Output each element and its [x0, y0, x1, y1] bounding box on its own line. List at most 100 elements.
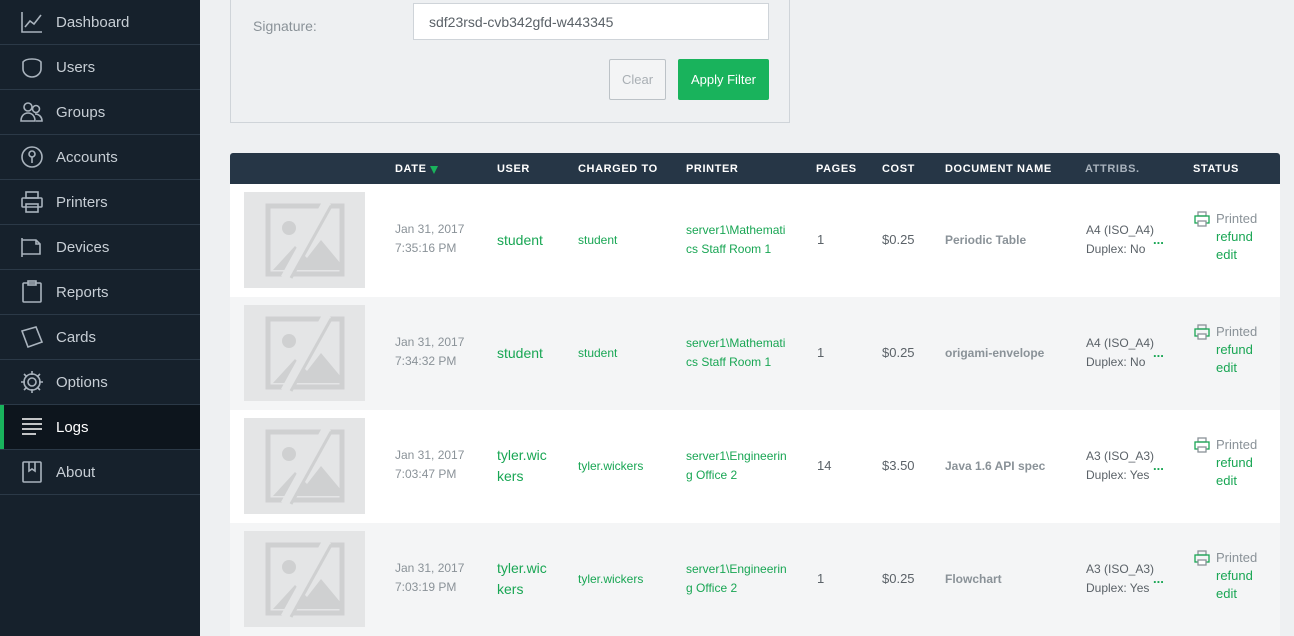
printer-link[interactable]: server1\Engineering Office 2 — [686, 447, 788, 485]
header-charged-to[interactable]: CHARGED TO — [578, 163, 658, 175]
gear-icon — [18, 368, 46, 396]
status-text: Printed — [1216, 324, 1258, 339]
user-link[interactable]: tyler.wickers — [497, 445, 553, 487]
cost-value: $0.25 — [882, 571, 915, 586]
duplex-value: Duplex: No — [1086, 355, 1146, 369]
time-text: 7:03:19 PM — [395, 580, 457, 594]
duplex-value: Duplex: Yes — [1086, 468, 1150, 482]
time-text: 7:03:47 PM — [395, 467, 457, 481]
charged-to-link[interactable]: student — [578, 231, 617, 250]
printer-status-icon — [1194, 436, 1210, 453]
header-cost[interactable]: COST — [882, 163, 915, 175]
paper-size: A3 (ISO_A3) — [1086, 562, 1155, 576]
apply-filter-button[interactable]: Apply Filter — [678, 59, 769, 100]
sidebar-item-accounts[interactable]: Accounts — [0, 135, 200, 180]
date-cell: Jan 31, 2017 7:03:19 PM — [395, 559, 464, 597]
table-row: Jan 31, 2017 7:03:19 PM tyler.wickers tyl… — [230, 523, 1280, 636]
image-placeholder-icon — [265, 200, 344, 280]
edit-link[interactable]: edit — [1216, 359, 1257, 377]
user-link[interactable]: student — [497, 343, 553, 364]
header-document-name[interactable]: DOCUMENT NAME — [945, 163, 1052, 175]
sidebar-item-logs[interactable]: Logs — [0, 405, 200, 450]
header-status[interactable]: STATUS — [1193, 163, 1239, 175]
date-cell: Jan 31, 2017 7:34:32 PM — [395, 333, 464, 371]
header-date[interactable]: DATE — [395, 163, 438, 175]
pages-value: 14 — [817, 458, 832, 473]
sidebar-item-label: Accounts — [56, 148, 118, 166]
print-log-table: DATE USER CHARGED TO PRINTER PAGES COST … — [230, 153, 1280, 636]
table-row: Jan 31, 2017 7:03:47 PM tyler.wickers tyl… — [230, 410, 1280, 523]
sidebar-item-label: About — [56, 463, 96, 481]
sidebar-item-label: Reports — [56, 283, 109, 301]
printer-link[interactable]: server1\Mathematics Staff Room 1 — [686, 221, 788, 259]
sidebar-item-options[interactable]: Options — [0, 360, 200, 405]
sidebar-item-cards[interactable]: Cards — [0, 315, 200, 360]
about-icon — [18, 458, 46, 486]
sidebar-item-dashboard[interactable]: Dashboard — [0, 0, 200, 45]
sort-down-icon — [429, 166, 438, 174]
sidebar: Dashboard Users Groups Accounts Printers… — [0, 0, 200, 636]
sidebar-item-label: Dashboard — [56, 13, 130, 31]
more-attribs-button[interactable]: ... — [1153, 569, 1164, 588]
dashboard-icon — [18, 8, 46, 36]
document-name: Periodic Table — [945, 233, 1027, 247]
attribs-cell: A4 (ISO_A4) Duplex: No — [1086, 221, 1154, 259]
refund-link[interactable]: refund — [1216, 228, 1257, 246]
sidebar-item-printers[interactable]: Printers — [0, 180, 200, 225]
logs-icon — [18, 413, 46, 441]
more-attribs-button[interactable]: ... — [1153, 230, 1164, 249]
sidebar-item-label: Users — [56, 58, 96, 76]
pages-value: 1 — [817, 232, 825, 247]
sidebar-item-groups[interactable]: Groups — [0, 90, 200, 135]
date-text: Jan 31, 2017 — [395, 448, 465, 462]
charged-to-link[interactable]: tyler.wickers — [578, 457, 643, 476]
more-attribs-button[interactable]: ... — [1153, 343, 1164, 362]
edit-link[interactable]: edit — [1216, 585, 1257, 603]
user-link[interactable]: tyler.wickers — [497, 558, 553, 600]
table-row: Jan 31, 2017 7:35:16 PM student student s… — [230, 184, 1280, 297]
charged-to-link[interactable]: student — [578, 344, 617, 363]
pages-value: 1 — [817, 345, 825, 360]
time-text: 7:35:16 PM — [395, 241, 457, 255]
cost-value: $3.50 — [882, 458, 915, 473]
status-cell: Printed refund edit — [1194, 435, 1257, 490]
sidebar-item-reports[interactable]: Reports — [0, 270, 200, 315]
devices-icon — [18, 233, 46, 261]
printer-status-icon — [1194, 549, 1210, 566]
printer-link[interactable]: server1\Mathematics Staff Room 1 — [686, 334, 788, 372]
table-row: Jan 31, 2017 7:34:32 PM student student s… — [230, 297, 1280, 410]
printer-link[interactable]: server1\Engineering Office 2 — [686, 560, 788, 598]
status-text: Printed — [1216, 550, 1258, 565]
document-thumbnail[interactable] — [244, 192, 365, 288]
refund-link[interactable]: refund — [1216, 341, 1257, 359]
status-cell: Printed refund edit — [1194, 548, 1257, 603]
sidebar-item-about[interactable]: About — [0, 450, 200, 495]
groups-icon — [18, 98, 46, 126]
charged-to-link[interactable]: tyler.wickers — [578, 570, 643, 589]
cost-value: $0.25 — [882, 232, 915, 247]
refund-link[interactable]: refund — [1216, 567, 1257, 585]
header-printer[interactable]: PRINTER — [686, 163, 738, 175]
paper-size: A3 (ISO_A3) — [1086, 449, 1155, 463]
sidebar-item-label: Devices — [56, 238, 110, 256]
document-thumbnail[interactable] — [244, 305, 365, 401]
users-icon — [18, 53, 46, 81]
user-link[interactable]: student — [497, 230, 553, 251]
printer-status-icon — [1194, 210, 1210, 227]
signature-input[interactable] — [413, 3, 769, 40]
attribs-cell: A3 (ISO_A3) Duplex: Yes — [1086, 560, 1154, 598]
sidebar-item-devices[interactable]: Devices — [0, 225, 200, 270]
more-attribs-button[interactable]: ... — [1153, 456, 1164, 475]
header-user[interactable]: USER — [497, 163, 530, 175]
refund-link[interactable]: refund — [1216, 454, 1257, 472]
sidebar-item-users[interactable]: Users — [0, 45, 200, 90]
document-thumbnail[interactable] — [244, 418, 365, 514]
edit-link[interactable]: edit — [1216, 246, 1257, 264]
printer-status-icon — [1194, 323, 1210, 340]
document-thumbnail[interactable] — [244, 531, 365, 627]
date-text: Jan 31, 2017 — [395, 222, 465, 236]
header-pages[interactable]: PAGES — [816, 163, 857, 175]
sidebar-item-label: Printers — [56, 193, 108, 211]
edit-link[interactable]: edit — [1216, 472, 1257, 490]
clear-button[interactable]: Clear — [609, 59, 666, 100]
